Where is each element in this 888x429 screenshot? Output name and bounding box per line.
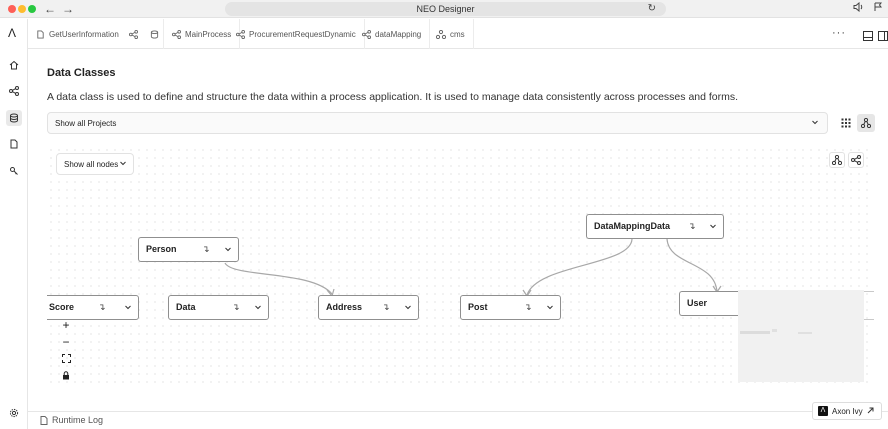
project-select-value: Show all Projects xyxy=(55,119,117,128)
processes-icon[interactable] xyxy=(6,83,22,99)
edge-datamappingdata-post xyxy=(526,238,633,296)
nodes-filter-value: Show all nodes xyxy=(64,160,119,169)
graph-view-button[interactable] xyxy=(857,114,875,132)
chevron-down-icon xyxy=(119,154,127,175)
node-label: User xyxy=(687,298,708,308)
divider xyxy=(864,291,874,292)
chevron-down-icon[interactable] xyxy=(404,296,412,328)
extensions-icon[interactable] xyxy=(873,1,883,17)
divider xyxy=(864,319,874,320)
auto-layout-button[interactable] xyxy=(829,152,845,168)
forward-arrow-icon[interactable]: → xyxy=(62,1,74,17)
zoom-controls: + − xyxy=(57,316,75,384)
window-titlebar: ← → NEO Designer ↻ xyxy=(0,0,888,18)
grid-icon xyxy=(841,118,851,128)
expand-relations-icon[interactable]: ↴ xyxy=(98,301,106,313)
chevron-down-icon[interactable] xyxy=(546,296,554,328)
data-class-icon[interactable] xyxy=(150,29,159,39)
chevron-down-icon[interactable] xyxy=(124,296,132,328)
lock-icon[interactable] xyxy=(57,367,75,384)
back-arrow-icon[interactable]: ← xyxy=(44,1,56,17)
project-select[interactable]: Show all Projects xyxy=(47,112,828,134)
tab-procurementrequestdynamic[interactable]: ProcurementRequestDynamic xyxy=(228,19,365,49)
file-icon xyxy=(40,415,48,425)
node-label: Address xyxy=(326,302,363,312)
minimap-preview xyxy=(740,329,812,334)
chevron-down-icon[interactable] xyxy=(224,238,232,270)
fit-view-icon[interactable] xyxy=(57,350,75,367)
process-icon xyxy=(236,29,245,39)
toggle-bottom-panel-icon[interactable] xyxy=(863,28,873,46)
data-class-canvas[interactable]: Show all nodes Score ↴ Data ↴ Person ↴ A… xyxy=(47,146,872,386)
expand-relations-icon[interactable]: ↴ xyxy=(382,301,390,313)
chevron-down-icon[interactable] xyxy=(254,296,262,328)
process-icon[interactable] xyxy=(128,29,138,39)
runtime-log-label: Runtime Log xyxy=(52,415,104,425)
process-icon xyxy=(362,29,371,39)
node-post[interactable]: Post ↴ xyxy=(460,295,561,320)
tab-label: ProcurementRequestDynamic xyxy=(249,29,356,39)
hierarchy-icon xyxy=(832,155,842,165)
node-label: Person xyxy=(146,244,177,254)
expand-relations-icon[interactable]: ↴ xyxy=(524,301,532,313)
node-label: Score xyxy=(49,302,75,312)
page-description: A data class is used to define and struc… xyxy=(47,91,739,103)
process-icon xyxy=(172,29,181,39)
left-rail: Λ xyxy=(0,19,28,429)
expand-relations-icon[interactable]: ↴ xyxy=(688,220,696,232)
node-datamappingdata[interactable]: DataMappingData ↴ xyxy=(586,214,724,239)
share-layout-button[interactable] xyxy=(848,152,864,168)
runtime-log-tab[interactable]: Runtime Log xyxy=(40,415,103,425)
node-person[interactable]: Person ↴ xyxy=(138,237,239,262)
bottom-panel-bar: Runtime Log xyxy=(28,411,888,429)
share-icon xyxy=(851,155,861,165)
external-link-icon xyxy=(867,407,874,416)
settings-gear-icon[interactable] xyxy=(6,405,22,421)
editor-tab-bar: GetUserInformation MainProcess Procureme… xyxy=(28,19,888,49)
tab-label: dataMapping xyxy=(375,29,422,39)
node-address[interactable]: Address ↴ xyxy=(318,295,419,320)
tab-label: MainProcess xyxy=(185,29,232,39)
axon-ivy-logo: Λ xyxy=(818,406,828,416)
node-label: DataMappingData xyxy=(594,221,671,231)
tab-label: GetUserInformation xyxy=(49,29,119,39)
tab-label: cms xyxy=(450,29,465,39)
node-label: Post xyxy=(468,302,488,312)
form-icon xyxy=(37,29,44,39)
expand-relations-icon[interactable]: ↴ xyxy=(232,301,240,313)
tab-datamapping[interactable]: dataMapping xyxy=(354,19,431,49)
toggle-side-panel-icon[interactable] xyxy=(878,28,888,46)
expand-relations-icon[interactable]: ↴ xyxy=(202,243,210,255)
data-classes-icon[interactable] xyxy=(6,110,22,126)
window-title-field: NEO Designer ↻ xyxy=(225,2,666,16)
chevron-down-icon xyxy=(811,113,819,134)
speaker-icon[interactable] xyxy=(853,1,864,17)
chevron-down-icon[interactable] xyxy=(709,215,717,247)
zoom-out-icon[interactable]: − xyxy=(57,333,75,350)
zoom-in-icon[interactable]: + xyxy=(57,316,75,333)
axon-ivy-button[interactable]: Λ Axon Ivy xyxy=(812,402,882,420)
close-window-button[interactable] xyxy=(8,5,16,13)
brand-label: Axon Ivy xyxy=(832,406,863,416)
node-data[interactable]: Data ↴ xyxy=(168,295,269,320)
page-title: Data Classes xyxy=(47,67,116,79)
graph-icon xyxy=(861,118,871,128)
maximize-window-button[interactable] xyxy=(28,5,36,13)
window-title: NEO Designer xyxy=(416,4,475,14)
minimap[interactable] xyxy=(738,290,864,382)
grid-view-button[interactable] xyxy=(837,114,855,132)
app-logo: Λ xyxy=(8,26,17,40)
forms-icon[interactable] xyxy=(6,136,22,152)
more-options-icon[interactable]: ··· xyxy=(832,27,846,39)
edge-person-address xyxy=(224,262,333,295)
reload-icon[interactable]: ↻ xyxy=(648,2,656,16)
home-icon[interactable] xyxy=(6,57,22,73)
minimize-window-button[interactable] xyxy=(18,5,26,13)
cms-icon xyxy=(436,29,446,39)
tab-cms[interactable]: cms xyxy=(428,19,474,49)
nodes-filter-select[interactable]: Show all nodes xyxy=(56,153,134,175)
tab-getuserinformation[interactable]: GetUserInformation xyxy=(28,19,164,49)
configuration-icon[interactable] xyxy=(6,163,22,179)
node-label: Data xyxy=(176,302,196,312)
